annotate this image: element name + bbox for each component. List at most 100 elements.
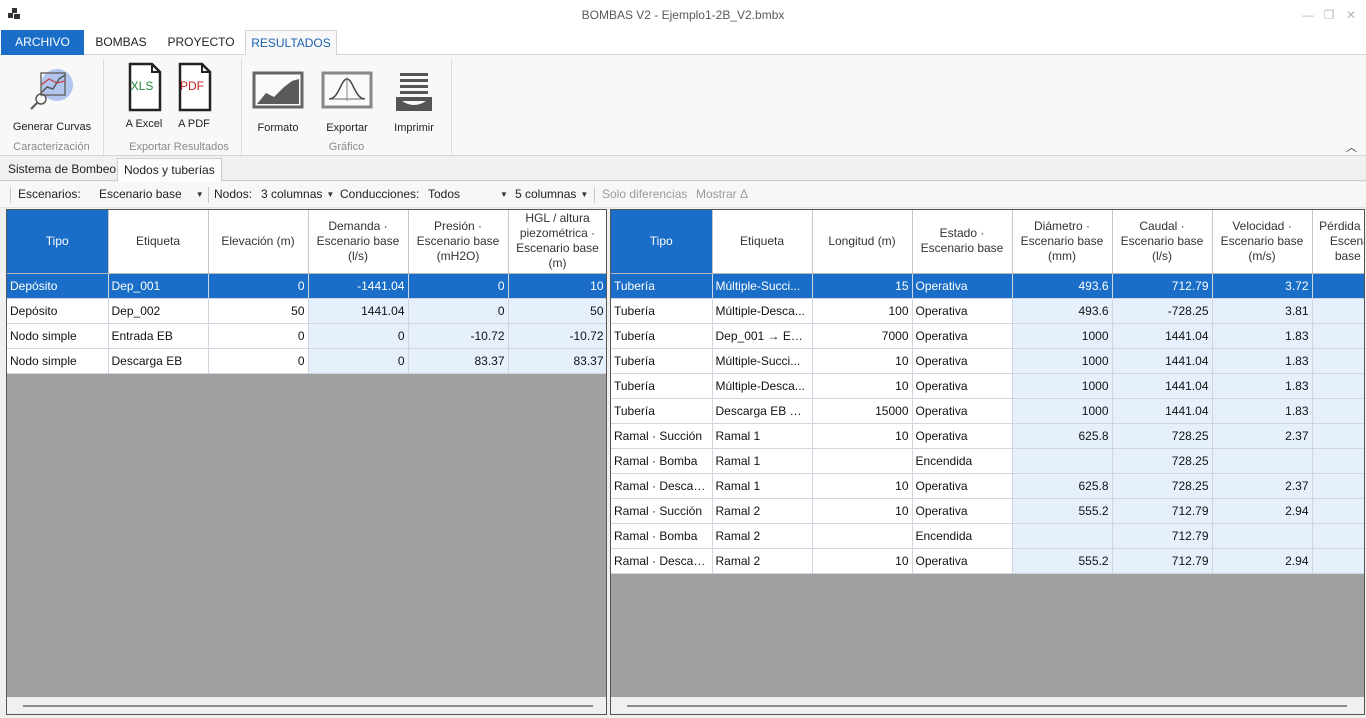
table-row[interactable]: Nodo simple Descarga EB 0 0 83.37 83.37 xyxy=(7,348,606,374)
table-row[interactable]: Ramal · Bomba Ramal 1 Encendida 728.25 xyxy=(611,448,1364,474)
table-row[interactable]: Ramal · Succión Ramal 2 10 Operativa 555.2 71… xyxy=(611,498,1364,524)
table-cell[interactable] xyxy=(1212,448,1313,474)
table-cell[interactable] xyxy=(1312,473,1364,499)
column-header[interactable]: Tipo xyxy=(7,210,109,274)
table-cell[interactable]: Tubería xyxy=(611,273,713,299)
table-cell[interactable] xyxy=(812,523,913,549)
table-cell[interactable]: Ramal · Bomba xyxy=(611,523,713,549)
tab-nodos-y-tuberias[interactable]: Nodos y tuberías xyxy=(117,158,222,182)
table-cell[interactable]: 7000 xyxy=(812,323,913,349)
table-cell[interactable]: 555.2 xyxy=(1012,548,1113,574)
escenarios-dropdown[interactable]: Escenario base ▼ xyxy=(99,187,204,201)
table-cell[interactable]: Tubería xyxy=(611,348,713,374)
table-cell[interactable] xyxy=(1312,298,1364,324)
tab-bombas[interactable]: BOMBAS xyxy=(86,30,156,55)
exportar-grafico-button[interactable]: Exportar xyxy=(318,71,376,134)
table-cell[interactable]: 712.79 xyxy=(1112,523,1213,549)
table-cell[interactable]: 83.37 xyxy=(508,348,606,374)
mostrar-delta-button[interactable]: Mostrar Δ xyxy=(696,187,748,201)
table-cell[interactable]: 0 xyxy=(408,273,509,299)
table-cell[interactable]: Encendida xyxy=(912,523,1013,549)
table-cell[interactable]: Ramal 1 xyxy=(712,448,813,474)
table-cell[interactable]: Ramal · Succión xyxy=(611,423,713,449)
table-cell[interactable]: 728.25 xyxy=(1112,473,1213,499)
table-cell[interactable]: Dep_001 → Entr... xyxy=(712,323,813,349)
table-cell[interactable]: 0 xyxy=(308,348,409,374)
table-cell[interactable] xyxy=(1012,523,1113,549)
table-cell[interactable]: 0 xyxy=(208,273,309,299)
table-cell[interactable]: 0 xyxy=(208,348,309,374)
close-button[interactable]: ✕ xyxy=(1341,6,1361,24)
table-cell[interactable]: 50 xyxy=(208,298,309,324)
table-cell[interactable]: 10 xyxy=(812,498,913,524)
table-cell[interactable]: Ramal 2 xyxy=(712,498,813,524)
table-cell[interactable]: Entrada EB xyxy=(108,323,209,349)
table-cell[interactable]: 1000 xyxy=(1012,373,1113,399)
table-cell[interactable]: 10 xyxy=(812,473,913,499)
table-cell[interactable]: 15000 xyxy=(812,398,913,424)
table-cell[interactable]: 83.37 xyxy=(408,348,509,374)
column-header[interactable]: Etiqueta xyxy=(108,210,209,274)
table-row[interactable]: Nodo simple Entrada EB 0 0 -10.72 -10.72 xyxy=(7,323,606,349)
table-cell[interactable] xyxy=(1312,498,1364,524)
table-cell[interactable]: Operativa xyxy=(912,323,1013,349)
tab-sistema-de-bombeo[interactable]: Sistema de Bombeo xyxy=(2,158,122,181)
table-cell[interactable]: Ramal 2 xyxy=(712,523,813,549)
table-cell[interactable]: Tubería xyxy=(611,323,713,349)
conducciones-dropdown[interactable]: Todos ▼ xyxy=(428,187,508,201)
table-cell[interactable]: 0 xyxy=(208,323,309,349)
table-cell[interactable] xyxy=(1312,398,1364,424)
table-cell[interactable]: Ramal 2 xyxy=(712,548,813,574)
solo-diferencias-button[interactable]: Solo diferencias xyxy=(602,187,687,201)
table-cell[interactable]: -10.72 xyxy=(408,323,509,349)
pipes-grid[interactable]: Tipo Etiqueta Longitud (m) Estado · Escenar… xyxy=(610,209,1365,715)
table-row[interactable]: Tubería Múltiple-Succi... 15 Operativa 493.6… xyxy=(611,273,1364,299)
table-cell[interactable]: Descarga EB → ... xyxy=(712,398,813,424)
table-cell[interactable]: Operativa xyxy=(912,273,1013,299)
table-cell[interactable]: 712.79 xyxy=(1112,548,1213,574)
table-cell[interactable]: Ramal · Bomba xyxy=(611,448,713,474)
table-cell[interactable]: 3.72 xyxy=(1212,273,1313,299)
table-cell[interactable]: Ramal · Descarga xyxy=(611,473,713,499)
table-cell[interactable]: Tubería xyxy=(611,373,713,399)
table-cell[interactable] xyxy=(1012,448,1113,474)
table-cell[interactable]: Múltiple-Desca... xyxy=(712,373,813,399)
table-cell[interactable]: 1.83 xyxy=(1212,323,1313,349)
tab-resultados[interactable]: RESULTADOS xyxy=(245,30,337,56)
column-header[interactable]: Longitud (m) xyxy=(812,210,913,274)
scrollbar-thumb[interactable] xyxy=(23,705,593,707)
formato-button[interactable]: Formato xyxy=(250,71,306,134)
table-cell[interactable]: Nodo simple xyxy=(7,323,109,349)
column-header[interactable]: Diámetro · Escenario base (mm) xyxy=(1012,210,1113,274)
column-header[interactable]: Demanda · Escenario base (l/s) xyxy=(308,210,409,274)
table-cell[interactable] xyxy=(1312,523,1364,549)
table-cell[interactable]: -728.25 xyxy=(1112,298,1213,324)
table-cell[interactable]: 0 xyxy=(308,323,409,349)
table-cell[interactable]: 10 xyxy=(508,273,606,299)
table-cell[interactable]: 1441.04 xyxy=(1112,373,1213,399)
export-pdf-button[interactable]: PDF A PDF xyxy=(173,62,215,130)
table-cell[interactable]: Operativa xyxy=(912,298,1013,324)
table-cell[interactable]: Ramal 1 xyxy=(712,473,813,499)
table-cell[interactable]: 1000 xyxy=(1012,348,1113,374)
pipes-horizontal-scrollbar[interactable] xyxy=(611,697,1364,714)
nodos-dropdown[interactable]: 3 columnas ▼ xyxy=(261,187,334,201)
table-cell[interactable]: 50 xyxy=(508,298,606,324)
table-cell[interactable]: Descarga EB xyxy=(108,348,209,374)
table-row[interactable]: Depósito Dep_001 0 -1441.04 0 10 xyxy=(7,273,606,299)
collapse-ribbon-icon[interactable]: ︿ xyxy=(1346,139,1358,154)
table-cell[interactable]: Depósito xyxy=(7,273,109,299)
table-cell[interactable]: 625.8 xyxy=(1012,473,1113,499)
table-cell[interactable]: 10 xyxy=(812,348,913,374)
table-row[interactable]: Ramal · Descarga Ramal 1 10 Operativa 625.8 7… xyxy=(611,473,1364,499)
imprimir-button[interactable]: Imprimir xyxy=(386,71,442,134)
column-header[interactable]: Etiqueta xyxy=(712,210,813,274)
table-cell[interactable]: Ramal · Descarga xyxy=(611,548,713,574)
table-cell[interactable] xyxy=(1312,323,1364,349)
table-cell[interactable]: 712.79 xyxy=(1112,273,1213,299)
table-cell[interactable]: 10 xyxy=(812,548,913,574)
table-cell[interactable]: 2.94 xyxy=(1212,548,1313,574)
table-cell[interactable]: 100 xyxy=(812,298,913,324)
table-cell[interactable]: 493.6 xyxy=(1012,273,1113,299)
table-row[interactable]: Tubería Múltiple-Desca... 10 Operativa 1000 1… xyxy=(611,373,1364,399)
